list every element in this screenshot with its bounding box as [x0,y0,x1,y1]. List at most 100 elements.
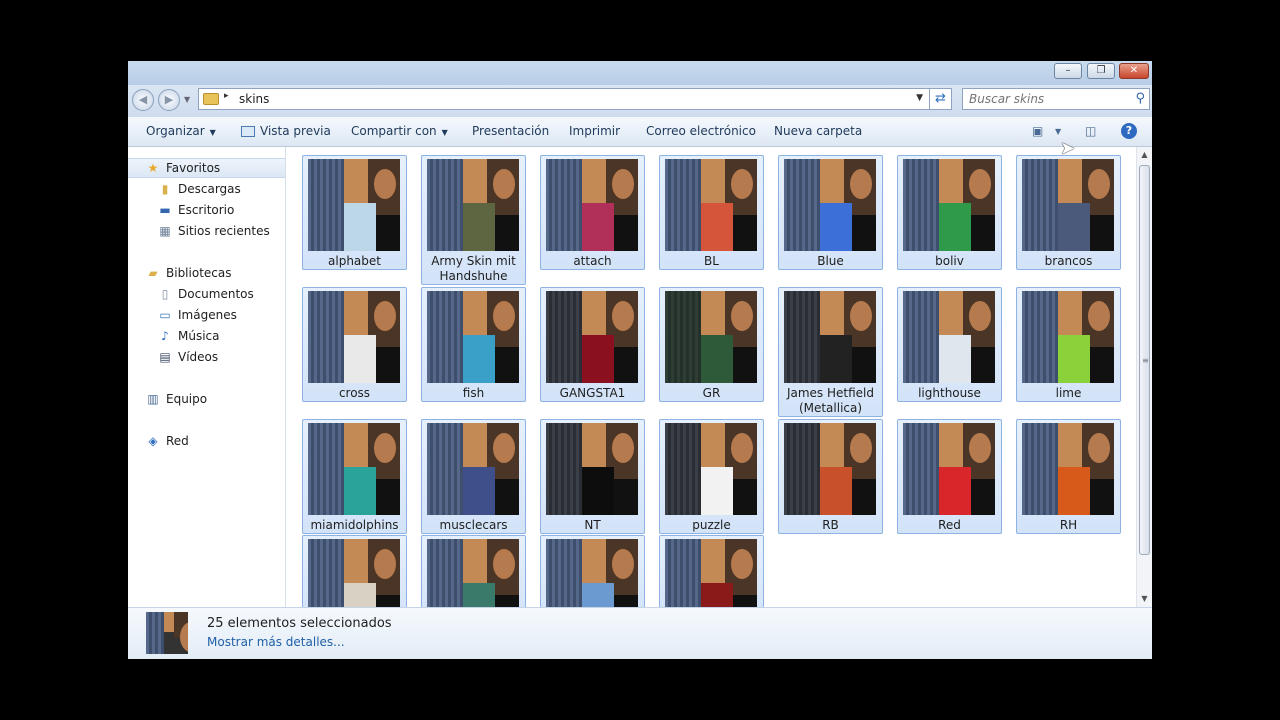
file-thumbnail [665,291,757,383]
file-thumbnail [546,291,638,383]
nav-label: Vídeos [178,350,219,364]
file-item[interactable]: alphabet [302,155,407,270]
file-thumbnail [903,423,995,515]
search-input[interactable] [969,91,1119,107]
scroll-up-icon[interactable]: ▲ [1137,147,1152,163]
search-box[interactable]: ⚲ [962,88,1150,110]
file-item[interactable]: RH [1016,419,1121,534]
file-item[interactable] [421,535,526,607]
file-name: puzzle [692,518,731,532]
nav-label: Equipo [166,392,208,406]
nav-equipo[interactable]: ▥ Equipo [146,392,207,406]
preview-icon [241,126,255,137]
computer-icon: ▥ [147,392,159,406]
vertical-scrollbar[interactable]: ▲ ≡ ▼ [1136,147,1152,607]
file-thumbnail [427,159,519,251]
breadcrumb-separator-icon[interactable]: ▸ [224,91,229,101]
file-item[interactable] [540,535,645,607]
new-folder-button[interactable]: Nueva carpeta [774,124,862,138]
close-button[interactable]: ✕ [1119,63,1149,79]
file-item[interactable]: GANGSTA1 [540,287,645,402]
file-item[interactable]: lighthouse [897,287,1002,402]
file-item[interactable]: Red [897,419,1002,534]
file-thumbnail [1022,291,1114,383]
nav-label: Bibliotecas [166,266,232,280]
file-thumbnail [427,539,519,607]
back-button[interactable]: ◀ [132,89,154,111]
file-thumbnail [308,291,400,383]
nav-descargas[interactable]: ▮ Descargas [158,182,241,196]
nav-red[interactable]: ◈ Red [146,434,188,448]
file-item[interactable]: fish [421,287,526,402]
network-icon: ◈ [148,434,158,448]
file-item[interactable]: James Hetfield (Metallica) [778,287,883,417]
help-icon[interactable]: ? [1121,123,1137,139]
nav-videos[interactable]: ▤ Vídeos [158,350,218,364]
forward-arrow-icon: ▶ [164,93,174,106]
file-item[interactable]: attach [540,155,645,270]
address-dropdown-icon[interactable]: ▼ [916,93,923,103]
organize-button[interactable]: Organizar ▼ [146,124,216,138]
file-item[interactable]: NT [540,419,645,534]
file-name: fish [462,386,485,400]
nav-escritorio[interactable]: ▬ Escritorio [158,203,234,217]
preview-button[interactable]: Vista previa [241,124,331,138]
email-button[interactable]: Correo electrónico [646,124,756,138]
refresh-button[interactable]: ⇄ [930,88,952,110]
nav-musica[interactable]: ♪ Música [158,329,219,343]
file-name: cross [338,386,371,400]
views-dropdown-icon[interactable]: ▼ [1055,127,1061,136]
maximize-button[interactable]: ❐ [1087,63,1115,79]
show-more-details-link[interactable]: Mostrar más detalles... [207,635,345,649]
file-item[interactable]: musclecars [421,419,526,534]
file-name: James Hetfield (Metallica) [786,386,875,415]
forward-button[interactable]: ▶ [158,89,180,111]
recent-pages-dropdown[interactable]: ▼ [184,95,190,104]
file-thumbnail [427,291,519,383]
file-item[interactable]: boliv [897,155,1002,270]
file-item[interactable] [302,535,407,607]
documents-icon: ▯ [161,287,169,301]
search-icon[interactable]: ⚲ [1135,91,1145,106]
minimize-button[interactable]: – [1054,63,1082,79]
file-thumbnail [784,159,876,251]
file-item[interactable]: GR [659,287,764,402]
breadcrumb-skins[interactable]: skins [239,92,269,106]
slideshow-button[interactable]: Presentación [472,124,549,138]
file-thumbnail [546,159,638,251]
share-button[interactable]: Compartir con ▼ [351,124,448,138]
file-thumbnail [784,423,876,515]
scroll-down-icon[interactable]: ▼ [1137,591,1152,607]
file-item[interactable]: Blue [778,155,883,270]
file-name: RH [1059,518,1078,532]
nav-documentos[interactable]: ▯ Documentos [158,287,254,301]
print-button[interactable]: Imprimir [569,124,620,138]
scrollbar-thumb[interactable]: ≡ [1139,165,1150,555]
nav-label: Descargas [178,182,241,196]
file-item[interactable]: puzzle [659,419,764,534]
nav-label: Escritorio [178,203,235,217]
nav-imagenes[interactable]: ▭ Imágenes [158,308,237,322]
file-item[interactable]: RB [778,419,883,534]
scroll-grip-icon: ≡ [1142,356,1149,365]
file-item[interactable]: BL [659,155,764,270]
nav-sitios-recientes[interactable]: ▦ Sitios recientes [158,224,269,238]
file-item[interactable]: brancos [1016,155,1121,270]
preview-pane-icon[interactable]: ◫ [1085,124,1096,138]
file-item[interactable]: Army Skin mit Handshuhe [421,155,526,285]
file-name: GANGSTA1 [559,386,626,400]
address-row: ◀ ▶ ▼ ▸ skins ▼ ⇄ ⚲ [128,85,1152,117]
nav-favoritos[interactable]: ★ Favoritos [146,161,221,175]
file-item[interactable]: lime [1016,287,1121,402]
mouse-cursor-icon: ➤ [1060,138,1076,159]
views-icon[interactable]: ▣ [1032,124,1043,138]
file-item[interactable]: cross [302,287,407,402]
file-thumbnail [1022,159,1114,251]
file-item[interactable] [659,535,764,607]
file-name: BL [704,254,719,268]
refresh-icon: ⇄ [935,91,946,106]
file-item[interactable]: miamidolphins [302,419,407,534]
address-bar[interactable]: ▸ skins ▼ [198,88,930,110]
nav-bibliotecas[interactable]: ▰ Bibliotecas [146,266,231,280]
file-thumbnail [665,423,757,515]
